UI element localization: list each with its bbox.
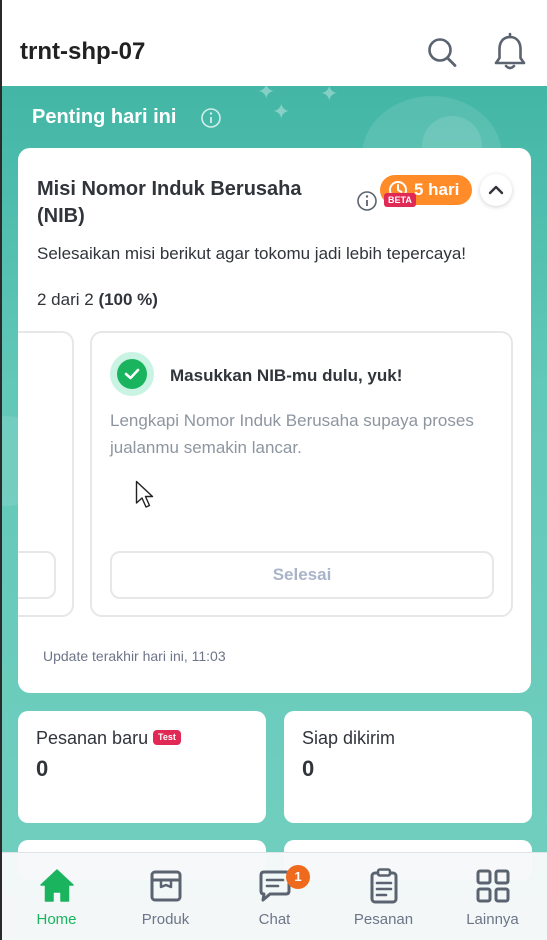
mission-subtitle: Selesaikan misi berikut agar tokomu jadi… [37,244,467,263]
sparkle-icon: ✦ [272,100,291,125]
shop-name: trnt-shp-07 [20,38,146,65]
bottom-nav: Home Produk 1 Chat Pesanan Lainnya [2,852,547,940]
info-icon[interactable] [200,107,222,129]
mission-progress: 2 dari 2 (100 %) [37,290,158,310]
grid-icon [476,869,509,903]
mission-step-card: Masukkan NIB-mu dulu, yuk! Lengkapi Nomo… [90,331,513,617]
section-title: Penting hari ini [32,106,177,128]
stat-value: 0 [302,756,315,781]
chat-notification-badge: 1 [286,865,310,889]
top-bar: trnt-shp-07 [2,0,547,86]
collapse-button[interactable] [480,174,512,206]
stat-value: 0 [36,756,49,781]
box-icon [150,870,181,902]
mouse-cursor-icon [135,480,154,508]
previous-mission-step[interactable] [18,331,74,617]
nav-item-produk[interactable]: Produk [111,853,220,940]
stat-label: Siap dikirim [302,728,396,748]
home-icon [39,869,74,902]
previous-step-button[interactable] [18,551,56,599]
nav-label: Pesanan [353,911,414,928]
info-icon[interactable] [356,190,378,212]
stat-card-ready-to-ship[interactable]: Siap dikirim 0 [284,711,532,823]
nav-label: Lainnya [466,911,519,928]
beta-tag: BETA [384,193,416,207]
done-button[interactable]: Selesai [110,551,494,599]
nav-item-lainnya[interactable]: Lainnya [438,853,547,940]
nav-label: Produk [141,911,190,928]
step-status [110,352,154,396]
timer-text: 5 hari [414,180,460,199]
nav-item-home[interactable]: Home [2,853,111,940]
app-screen: trnt-shp-07 ✦ ✦ ✦ Penting hari ini Misi … [2,0,547,940]
progress-count: 2 dari 2 [37,290,94,309]
stat-card-new-orders[interactable]: Pesanan baru Test 0 [18,711,266,823]
check-icon [117,359,147,389]
clipboard-icon [370,868,397,904]
last-update: Update terakhir hari ini, 11:03 [43,648,226,664]
nav-item-chat[interactable]: 1 Chat [220,853,329,940]
nav-label: Chat [258,911,291,928]
step-description: Lengkapi Nomor Induk Berusaha supaya pro… [110,411,474,457]
stat-label: Pesanan baru [36,728,149,748]
bell-icon[interactable] [492,32,528,72]
test-badge: Test [153,730,181,745]
mission-title: Misi Nomor Induk Berusaha (NIB) [37,178,302,227]
mission-card: Misi Nomor Induk Berusaha (NIB) 5 hari B… [18,148,531,693]
progress-percent: (100 %) [98,290,158,309]
search-icon[interactable] [424,32,460,72]
nav-label: Home [36,911,77,928]
nav-item-pesanan[interactable]: Pesanan [329,853,438,940]
step-title: Masukkan NIB-mu dulu, yuk! [170,366,403,385]
chevron-up-icon [488,185,504,195]
